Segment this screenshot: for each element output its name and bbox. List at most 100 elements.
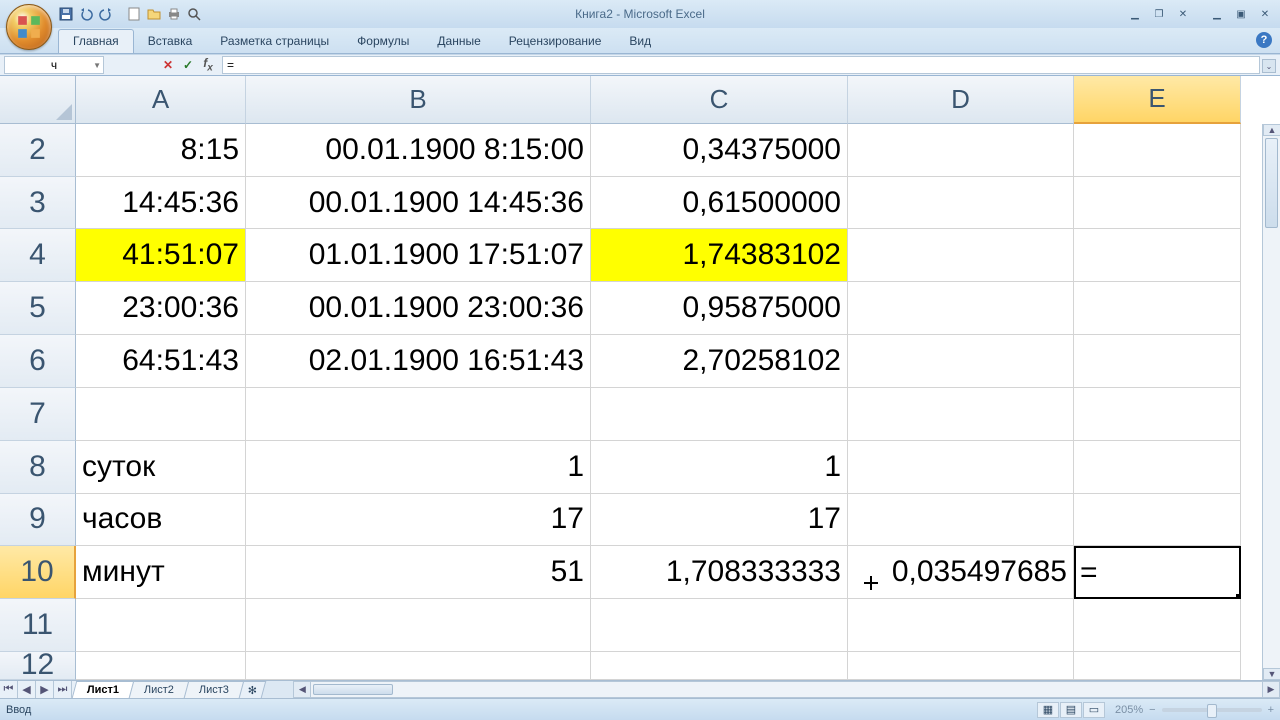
cell-C10[interactable]: 1,708333333 [591, 546, 848, 599]
save-icon[interactable] [58, 6, 74, 22]
sheet-next-icon[interactable]: ▶ [36, 681, 54, 698]
cell-D12[interactable] [848, 652, 1074, 680]
close-icon[interactable]: ✕ [1254, 7, 1276, 21]
cancel-icon[interactable]: ✕ [160, 58, 176, 72]
page-layout-view-icon[interactable]: ▤ [1060, 702, 1082, 718]
cell-B6[interactable]: 02.01.1900 16:51:43 [246, 335, 591, 388]
cell-D8[interactable] [848, 441, 1074, 494]
cell-D11[interactable] [848, 599, 1074, 652]
row-header-11[interactable]: 11 [0, 599, 76, 652]
cell-A8[interactable]: суток [76, 441, 246, 494]
cell-E2[interactable] [1074, 124, 1241, 177]
column-header-A[interactable]: A [76, 76, 246, 124]
cell-E7[interactable] [1074, 388, 1241, 441]
cell-A11[interactable] [76, 599, 246, 652]
name-box[interactable]: ч ▼ [4, 56, 104, 74]
cell-E11[interactable] [1074, 599, 1241, 652]
row-header-4[interactable]: 4 [0, 229, 76, 282]
row-header-7[interactable]: 7 [0, 388, 76, 441]
normal-view-icon[interactable]: ▦ [1037, 702, 1059, 718]
cell-D5[interactable] [848, 282, 1074, 335]
close-mdi-icon[interactable]: ✕ [1172, 7, 1194, 21]
print-preview-icon[interactable] [186, 6, 202, 22]
hscroll-thumb[interactable] [313, 684, 393, 695]
cell-E3[interactable] [1074, 177, 1241, 230]
ribbon-tab-формулы[interactable]: Формулы [343, 30, 423, 53]
scroll-right-icon[interactable]: ▶ [1262, 681, 1280, 698]
cell-D3[interactable] [848, 177, 1074, 230]
cell-A10[interactable]: минут [76, 546, 246, 599]
cell-C9[interactable]: 17 [591, 494, 848, 547]
open-icon[interactable] [146, 6, 162, 22]
cell-A12[interactable] [76, 652, 246, 680]
ribbon-tab-рецензирование[interactable]: Рецензирование [495, 30, 616, 53]
row-header-6[interactable]: 6 [0, 335, 76, 388]
sheet-last-icon[interactable]: ⏭ [54, 681, 72, 698]
cell-D7[interactable] [848, 388, 1074, 441]
cell-B8[interactable]: 1 [246, 441, 591, 494]
cell-B2[interactable]: 00.01.1900 8:15:00 [246, 124, 591, 177]
new-icon[interactable] [126, 6, 142, 22]
cell-B5[interactable]: 00.01.1900 23:00:36 [246, 282, 591, 335]
cell-C5[interactable]: 0,95875000 [591, 282, 848, 335]
row-header-10[interactable]: 10 [0, 546, 76, 599]
cell-B7[interactable] [246, 388, 591, 441]
cell-E8[interactable] [1074, 441, 1241, 494]
formula-input[interactable]: = [222, 56, 1260, 74]
zoom-out-icon[interactable]: − [1149, 704, 1155, 716]
row-header-3[interactable]: 3 [0, 177, 76, 230]
quick-print-icon[interactable] [166, 6, 182, 22]
minimize-icon[interactable]: ▁ [1206, 7, 1228, 21]
worksheet-grid[interactable]: ABCDE 28:1500.01.1900 8:15:000,34375000 3… [0, 76, 1280, 680]
column-header-C[interactable]: C [591, 76, 848, 124]
cell-E6[interactable] [1074, 335, 1241, 388]
name-box-dropdown-icon[interactable]: ▼ [93, 61, 101, 70]
scroll-down-icon[interactable]: ▼ [1263, 668, 1280, 680]
sheet-first-icon[interactable]: ⏮ [0, 681, 18, 698]
cell-A4[interactable]: 41:51:07 [76, 229, 246, 282]
undo-icon[interactable] [78, 6, 94, 22]
cell-E5[interactable] [1074, 282, 1241, 335]
column-header-B[interactable]: B [246, 76, 591, 124]
cell-A9[interactable]: часов [76, 494, 246, 547]
cell-C8[interactable]: 1 [591, 441, 848, 494]
cell-B10[interactable]: 51 [246, 546, 591, 599]
cell-C2[interactable]: 0,34375000 [591, 124, 848, 177]
enter-icon[interactable]: ✓ [180, 58, 196, 72]
scroll-up-icon[interactable]: ▲ [1263, 124, 1280, 136]
select-all-corner[interactable] [0, 76, 76, 124]
cell-E12[interactable] [1074, 652, 1241, 680]
sheet-prev-icon[interactable]: ◀ [18, 681, 36, 698]
ribbon-tab-вид[interactable]: Вид [615, 30, 665, 53]
ribbon-tab-вставка[interactable]: Вставка [134, 30, 207, 53]
cell-A2[interactable]: 8:15 [76, 124, 246, 177]
restore-icon[interactable]: ▣ [1230, 7, 1252, 21]
cell-A5[interactable]: 23:00:36 [76, 282, 246, 335]
row-header-12[interactable]: 12 [0, 652, 76, 680]
cell-C11[interactable] [591, 599, 848, 652]
vertical-scrollbar[interactable]: ▲ ▼ [1262, 124, 1280, 680]
vscroll-thumb[interactable] [1265, 138, 1278, 228]
help-icon[interactable]: ? [1256, 32, 1272, 48]
cell-E10[interactable]: = [1074, 546, 1241, 599]
row-header-5[interactable]: 5 [0, 282, 76, 335]
sheet-tab-лист1[interactable]: Лист1 [72, 681, 135, 698]
cell-B11[interactable] [246, 599, 591, 652]
cell-E9[interactable] [1074, 494, 1241, 547]
ribbon-tab-разметка-страницы[interactable]: Разметка страницы [206, 30, 343, 53]
cell-A6[interactable]: 64:51:43 [76, 335, 246, 388]
page-break-view-icon[interactable]: ▭ [1083, 702, 1105, 718]
ribbon-tab-данные[interactable]: Данные [423, 30, 494, 53]
row-header-9[interactable]: 9 [0, 494, 76, 547]
office-button[interactable] [6, 4, 52, 50]
row-header-2[interactable]: 2 [0, 124, 76, 177]
zoom-in-icon[interactable]: + [1268, 704, 1274, 716]
column-header-E[interactable]: E [1074, 76, 1241, 124]
fx-icon[interactable]: fx [200, 56, 216, 73]
cell-C7[interactable] [591, 388, 848, 441]
cell-C6[interactable]: 2,70258102 [591, 335, 848, 388]
column-header-D[interactable]: D [848, 76, 1074, 124]
cell-C12[interactable] [591, 652, 848, 680]
cell-B3[interactable]: 00.01.1900 14:45:36 [246, 177, 591, 230]
cell-C4[interactable]: 1,74383102 [591, 229, 848, 282]
